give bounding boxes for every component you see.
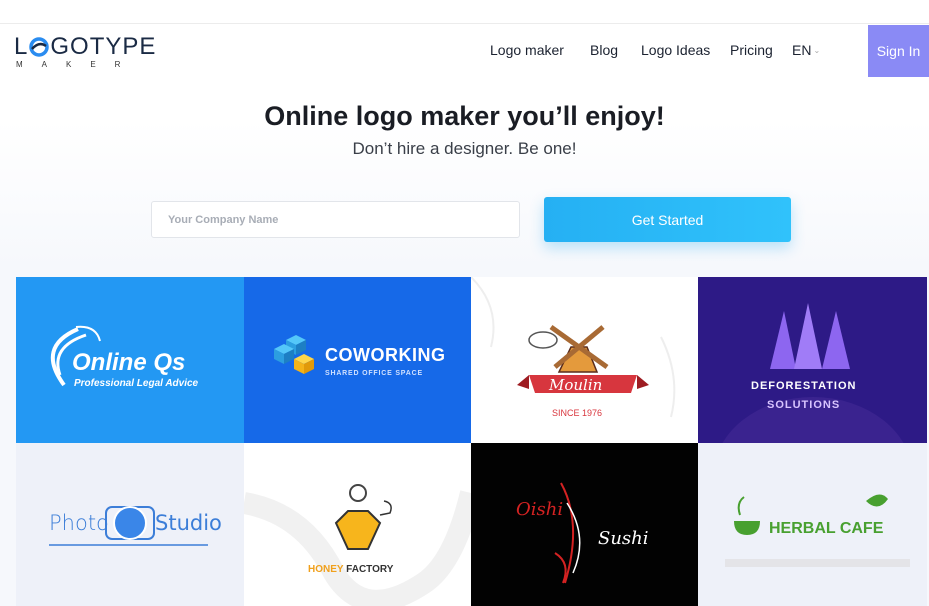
nav-logo-maker[interactable]: Logo maker [490, 42, 564, 58]
logo-tagline: SOLUTIONS [767, 399, 841, 411]
logo-name: HERBAL CAFE [769, 520, 884, 537]
gallery-tile-moulin[interactable]: Moulin SINCE 1976 [471, 277, 698, 443]
get-started-button[interactable]: Get Started [544, 197, 791, 242]
logo-name: DEFORESTATION [751, 380, 857, 392]
gallery-tile-honey-factory[interactable]: HONEY FACTORY [244, 443, 471, 606]
logo-letter-l: L [14, 33, 29, 60]
logo-name: Photo [49, 511, 109, 535]
logo-tagline: SHARED OFFICE SPACE [325, 370, 423, 377]
language-selector[interactable]: EN ⌄ [792, 42, 820, 58]
logo-o-mark-icon [29, 37, 50, 57]
gallery-tile-online-qs[interactable]: Online Qs Professional Legal Advice [16, 277, 244, 443]
logo-tagline: Sushi [598, 528, 649, 549]
signin-button[interactable]: Sign In [868, 25, 929, 77]
top-strip [0, 0, 929, 24]
koi-fish-icon [554, 482, 581, 584]
gallery-tile-herbal-cafe[interactable]: HERBAL CAFE [698, 443, 927, 606]
logo-name-group: HONEY FACTORY [308, 564, 393, 575]
logo-name: COWORKING [325, 345, 446, 365]
windmill-icon [471, 277, 676, 418]
nav-blog[interactable]: Blog [590, 42, 618, 58]
language-label: EN [792, 42, 812, 58]
logo-wordmark: GOTYPE [50, 33, 157, 60]
logo-name: Oishi [516, 499, 564, 520]
gallery-tile-photo-studio[interactable]: Photo Studio [16, 443, 244, 606]
gallery-tile-coworking[interactable]: COWORKING SHARED OFFICE SPACE [244, 277, 471, 443]
gallery-tile-deforestation[interactable]: DEFORESTATION SOLUTIONS [698, 277, 927, 443]
nav-pricing[interactable]: Pricing [730, 42, 773, 58]
logo-tagline: Professional Legal Advice [74, 378, 199, 389]
logo-tagline: HONEY [308, 564, 344, 575]
logo-tagline: Studio [155, 511, 222, 535]
logo-name: Online Qs [72, 349, 186, 376]
hero-subtitle: Don’t hire a designer. Be one! [352, 139, 577, 158]
logo-name: FACTORY [346, 564, 394, 575]
honey-jar-icon [244, 484, 471, 606]
site-logo[interactable]: L GOTYPE MAKER [14, 35, 164, 75]
logo-subtext: MAKER [16, 60, 140, 69]
company-name-input[interactable] [151, 201, 520, 238]
gallery-tile-oishi-sushi[interactable]: Oishi Sushi [471, 443, 698, 606]
hero-title: Online logo maker you’ll enjoy! [264, 101, 665, 131]
nav-logo-ideas[interactable]: Logo Ideas [641, 42, 710, 58]
logo-gallery: Online Qs Professional Legal Advice COWO… [16, 277, 927, 606]
logo-name: Moulin [549, 376, 603, 394]
trees-icon [722, 303, 904, 443]
logo-tagline: SINCE 1976 [552, 408, 603, 418]
chevron-down-icon: ⌄ [813, 45, 821, 55]
